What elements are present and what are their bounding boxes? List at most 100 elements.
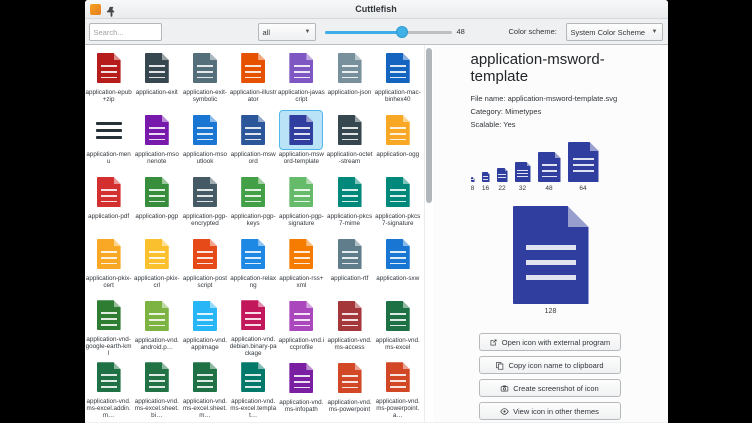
icon-grid-item[interactable]: application-pgp-signature [277,171,325,233]
icon-grid-item[interactable]: application-menu [85,109,133,171]
icon-grid-item[interactable]: application-mac-binhex40 [374,47,422,109]
copy-icon [495,361,504,370]
icon-grid-item[interactable]: application-msonenote [133,109,181,171]
icon-slot [88,173,130,211]
icon-slot [184,111,226,149]
icon-grid-item[interactable]: application-vnd.ms-infopath [277,357,325,419]
open-external-label: Open icon with external program [502,338,610,347]
icon-grid-item[interactable]: application-exit-symbolic [181,47,229,109]
mimetype-icon [386,362,410,392]
icon-label: application-pkcs7-signature [374,213,421,228]
size-preview: 32 [515,162,531,192]
themes-icon [500,407,509,416]
icon-grid-item[interactable]: application-pkcs7-mime [325,171,373,233]
icon-slot [377,235,419,273]
icon-grid-item[interactable]: application-ogg [374,109,422,171]
icon-grid-item[interactable]: application-pgp [133,171,181,233]
copy-name-button[interactable]: Copy icon name to clipboard [479,356,621,374]
icon-slot [329,111,371,149]
icon-grid-item[interactable]: application-javascript [277,47,325,109]
icon-slot [377,173,419,211]
icon-slot [88,297,130,334]
icon-grid-item[interactable]: application-exit [133,47,181,109]
icon-grid-item[interactable]: application-epub+zip [85,47,133,109]
icon-grid-item[interactable]: application-vnd.ms-excel.addin.m… [85,357,133,419]
icon-label: application-rss+xml [278,275,325,290]
icon-grid-item[interactable]: application-vnd.appimage [181,295,229,357]
icon-grid-item[interactable]: application-vnd.ms-powerpoint [325,357,373,419]
icon-grid-area: application-epub+zipapplication-exitappl… [85,45,424,422]
mimetype-icon [513,206,589,304]
icon-grid-item[interactable]: application-octet-stream [325,109,373,171]
icon-grid-item[interactable]: application-illustrator [229,47,277,109]
slider-handle[interactable] [396,26,408,38]
icon-size-slider[interactable] [325,23,452,41]
icon-grid-item[interactable]: application-pgp-keys [229,171,277,233]
mimetype-icon [145,53,169,83]
size-preview: 22 [497,168,508,192]
icon-grid-item[interactable]: application-vnd.ms-access [325,295,373,357]
scrollbar-handle[interactable] [426,48,432,203]
icon-label: application-mac-binhex40 [374,89,421,104]
icon-label: application-vnd.ms-excel.templat… [230,398,277,419]
icon-grid-item[interactable]: application-json [325,47,373,109]
icon-slot [232,49,274,87]
icon-label: application-pkcs7-mime [326,213,373,228]
icon-grid-item[interactable]: application-pkix-cert [85,233,133,295]
screenshot-button[interactable]: Create screenshot of icon [479,379,621,397]
icon-slot [232,297,274,334]
vertical-scrollbar[interactable] [424,45,433,422]
icon-grid-item[interactable]: application-vnd.android.p… [133,295,181,357]
mimetype-icon [241,239,265,269]
icon-grid-item[interactable]: application-msoutlook [181,109,229,171]
mimetype-icon [338,53,362,83]
icon-grid-item[interactable]: application-vnd.ms-powerpoint.a… [374,357,422,419]
size-preview-label: 22 [498,185,505,192]
icon-grid-item[interactable]: application-vnd.ms-excel [374,295,422,357]
view-themes-button[interactable]: View icon in other themes [479,402,621,420]
mimetype-icon [241,115,265,145]
icon-title: application-msword-template [471,51,642,85]
icon-grid-item[interactable]: application-vnd.ms-excel.sheet.m… [181,357,229,419]
icon-slot [280,297,322,335]
size-preview: 16 [482,172,490,192]
icon-grid-item[interactable]: application-pkcs7-signature [374,171,422,233]
icon-size-value: 48 [457,27,465,36]
icon-slot [232,235,274,273]
mimetype-icon [386,53,410,83]
icon-slot [88,359,130,396]
app-icon [90,4,101,15]
icon-grid-item[interactable]: application-vnd-google-earth-kml [85,295,133,357]
icon-label: application-exit-symbolic [181,89,228,104]
open-external-button[interactable]: Open icon with external program [479,333,621,351]
size-previews: 81622324864 [471,140,642,192]
pin-icon[interactable] [106,4,117,15]
icon-slot [232,359,274,396]
mimetype-icon [338,301,362,331]
icon-label: application-octet-stream [326,151,373,166]
icon-grid-item[interactable]: application-vnd.debian.binary-package [229,295,277,357]
mimetype-icon [97,239,121,269]
icon-grid-item[interactable]: application-postscript [181,233,229,295]
icon-label: application-msonenote [133,151,180,166]
size-preview-label: 64 [579,185,586,192]
icon-grid-item[interactable]: application-relaxng [229,233,277,295]
icon-grid-item[interactable]: application-rss+xml [277,233,325,295]
category-combobox[interactable]: all ▼ [258,23,316,41]
icon-grid-item[interactable]: application-rtf [325,233,373,295]
icon-grid-item[interactable]: application-pdf [85,171,133,233]
search-input[interactable] [89,23,162,41]
icon-label: application-sxw [374,275,421,282]
icon-grid-item[interactable]: application-msword [229,109,277,171]
icon-grid-item[interactable]: application-msword-template [277,109,325,171]
icon-grid-item[interactable]: application-vnd.ms-excel.sheet.bi… [133,357,181,419]
mimetype-icon [289,115,313,145]
icon-grid-item[interactable]: application-sxw [374,233,422,295]
icon-label: application-msword [230,151,277,166]
icon-grid-item[interactable]: application-pgp-encrypted [181,171,229,233]
icon-grid-item[interactable]: application-vnd.ms-excel.templat… [229,357,277,419]
color-scheme-combobox[interactable]: System Color Scheme ▼ [566,23,663,41]
action-buttons: Open icon with external program Copy ico… [479,333,621,420]
icon-grid-item[interactable]: application-vnd.iccprofile [277,295,325,357]
icon-grid-item[interactable]: application-pkix-crl [133,233,181,295]
